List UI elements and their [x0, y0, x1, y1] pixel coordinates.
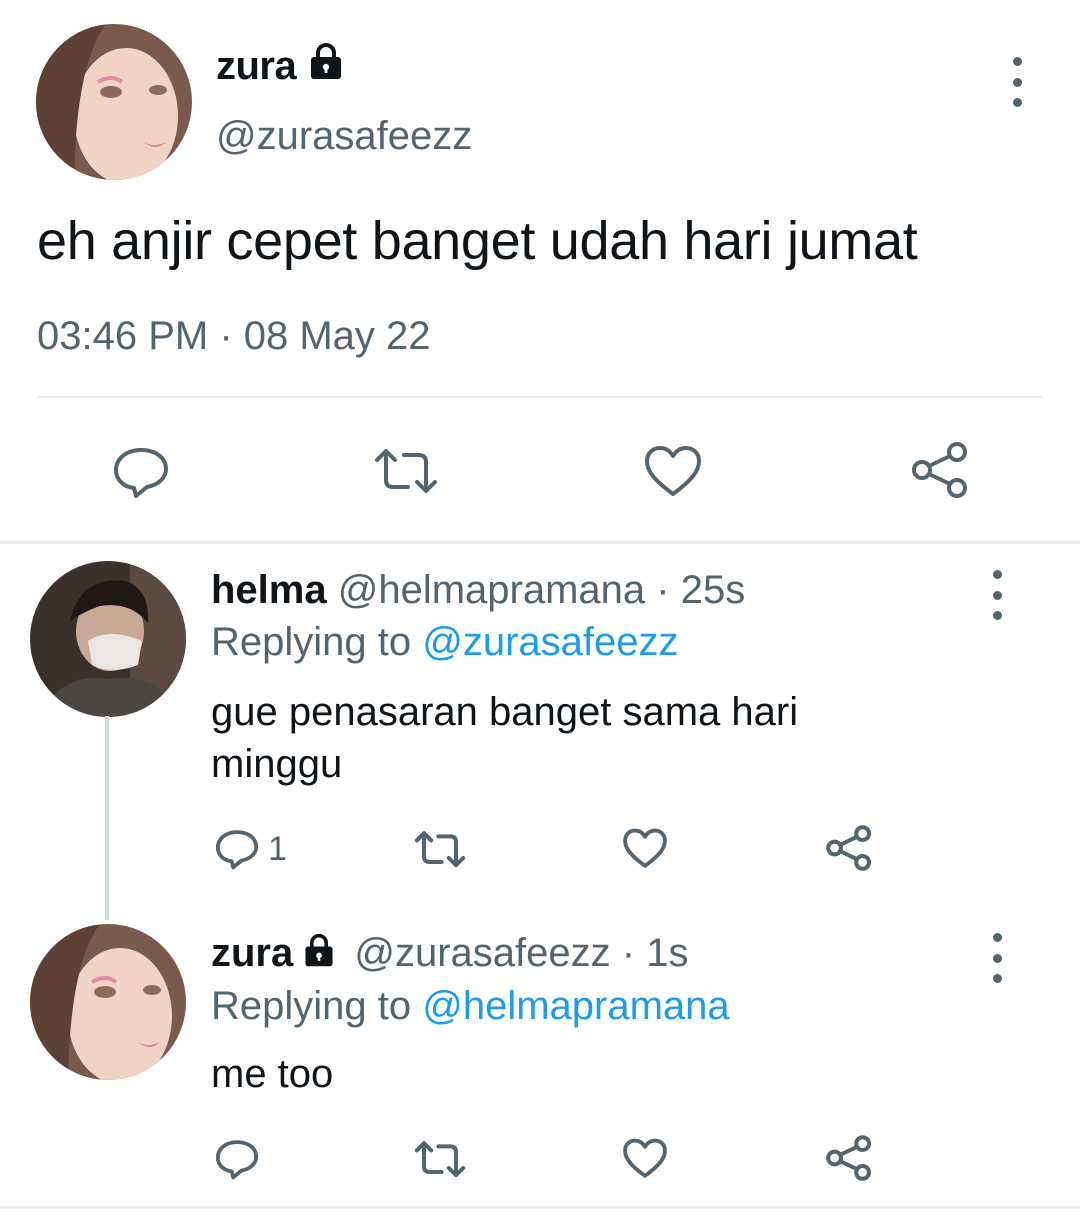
thread-line: [105, 716, 109, 920]
like-icon: [623, 1138, 667, 1178]
lock-icon: [301, 933, 337, 979]
reply-author-handle[interactable]: @zurasafeezz: [354, 931, 610, 975]
like-icon: [623, 828, 667, 868]
share-button[interactable]: [824, 824, 874, 872]
share-icon: [826, 1135, 871, 1181]
reply-icon: [215, 830, 259, 870]
reply-icon: [215, 1140, 259, 1180]
reply-text: me too: [211, 1052, 334, 1096]
reply-more-icon[interactable]: [987, 570, 1007, 620]
reply-icon: [114, 448, 168, 498]
replying-to: Replying to @zurasafeezz: [211, 620, 679, 665]
like-button[interactable]: [621, 826, 669, 872]
divider: [0, 1206, 1080, 1209]
lock-icon: [306, 42, 346, 92]
mention-link[interactable]: @helmapramana: [422, 984, 729, 1028]
replying-prefix: Replying to: [211, 984, 412, 1028]
like-icon: [645, 446, 701, 496]
like-button[interactable]: [621, 1136, 669, 1182]
replying-to: Replying to @helmapramana: [211, 984, 730, 1029]
share-button[interactable]: [909, 440, 971, 500]
reply-author-avatar[interactable]: [30, 561, 186, 717]
main-tweet-text: eh anjir cepet banget udah hari jumat: [37, 211, 918, 271]
main-author-handle[interactable]: @zurasafeezz: [216, 114, 472, 159]
reply-header: helma @helmapramana · 25s: [211, 568, 745, 613]
author-name-text[interactable]: zura: [216, 44, 297, 88]
retweet-icon: [375, 449, 437, 493]
reply-header: zura @zurasafeezz · 1s: [211, 931, 688, 979]
retweet-button[interactable]: [371, 442, 441, 502]
main-tweet-timestamp[interactable]: 03:46 PM · 08 May 22: [37, 314, 431, 359]
reply-button[interactable]: [214, 1136, 268, 1182]
reply-author-avatar[interactable]: [30, 924, 186, 1080]
mention-link[interactable]: @zurasafeezz: [422, 620, 678, 664]
replying-prefix: Replying to: [211, 620, 412, 664]
retweet-icon: [414, 831, 466, 868]
reply-author-name[interactable]: zura: [211, 931, 293, 975]
main-author-avatar[interactable]: [36, 24, 192, 180]
tweet-detail-page: zura @zurasafeezz eh anjir cepet banget …: [0, 0, 1080, 1212]
like-button[interactable]: [642, 442, 704, 502]
share-button[interactable]: [824, 1134, 874, 1182]
divider: [0, 541, 1080, 544]
reply-count: 1: [268, 829, 287, 868]
reply-more-icon[interactable]: [987, 933, 1007, 983]
main-tweet-more-icon[interactable]: [1007, 57, 1027, 107]
share-icon: [912, 442, 967, 498]
retweet-icon: [414, 1141, 466, 1178]
main-author-name[interactable]: zura: [216, 42, 346, 92]
reply-author-handle[interactable]: @helmapramana: [338, 568, 645, 612]
reply-time: · 25s: [656, 568, 746, 612]
reply-text: gue penasaran banget sama hari minggu: [211, 690, 799, 786]
reply-button[interactable]: [111, 442, 171, 502]
share-icon: [826, 825, 871, 871]
retweet-button[interactable]: [412, 1136, 468, 1184]
reply-time: · 1s: [621, 931, 689, 975]
reply-button[interactable]: 1: [214, 826, 287, 872]
divider: [37, 396, 1043, 398]
retweet-button[interactable]: [412, 826, 468, 874]
reply-author-name[interactable]: helma: [211, 568, 327, 612]
